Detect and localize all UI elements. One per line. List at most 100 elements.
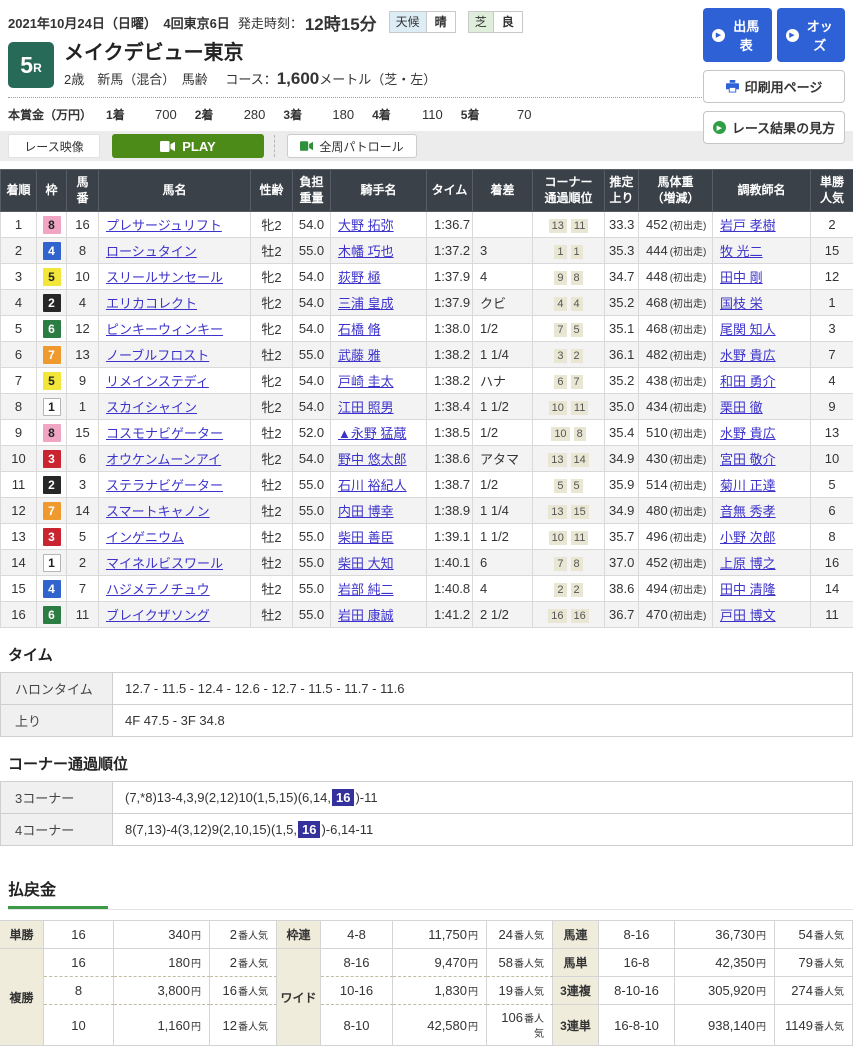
- horse-name-link[interactable]: リメインステディ: [106, 374, 209, 389]
- last-3f-time: 38.6: [605, 576, 639, 602]
- horse-name-link[interactable]: マイネルビスワール: [106, 556, 223, 571]
- trainer-link[interactable]: 戸田 博文: [720, 608, 776, 623]
- odds-button[interactable]: ▶オッズ: [777, 8, 846, 62]
- horse-name-link[interactable]: スリールサンセール: [106, 270, 223, 285]
- jockey-cell: 柴田 大知: [331, 550, 427, 576]
- jockey-link[interactable]: ▲永野 猛蔵: [338, 426, 406, 441]
- trainer-link[interactable]: 田中 剛: [720, 270, 763, 285]
- trainer-link[interactable]: 小野 次郎: [720, 530, 776, 545]
- corner-position-badge: 11: [571, 531, 588, 545]
- jockey-link[interactable]: 木幡 巧也: [338, 244, 394, 259]
- trainer-link[interactable]: 宮田 敬介: [720, 452, 776, 467]
- jockey-link[interactable]: 岩部 純二: [338, 582, 394, 597]
- last-3f-time: 35.2: [605, 368, 639, 394]
- horse-name-link[interactable]: ピンキーウィンキー: [106, 322, 223, 337]
- corner-position-badge: 15: [571, 505, 589, 519]
- corner-position-badge: 1: [571, 245, 583, 259]
- corner-position-badge: 10: [549, 401, 567, 415]
- header-actions: ▶出馬表 ▶オッズ 印刷用ページ ▶レース結果の見方: [703, 8, 845, 144]
- result-row: 10 3 6 オウケンムーンアイ 牝2 54.0 野中 悠太郎 1:38.6 ア…: [1, 446, 853, 472]
- popularity-suffix: 番人気: [238, 931, 268, 942]
- horse-name-link[interactable]: スマートキャノン: [106, 504, 210, 519]
- payout-popularity: 24番人気: [487, 920, 553, 948]
- trainer-link[interactable]: 上原 博之: [720, 556, 776, 571]
- frame-badge: 6: [43, 606, 61, 624]
- play-button[interactable]: PLAY: [112, 134, 264, 158]
- trainer-link[interactable]: 栗田 徹: [720, 400, 763, 415]
- jockey-link[interactable]: 武藤 雅: [338, 348, 381, 363]
- corner3-order: (7,*8)13-4,3,9(2,12)10(1,5,15)(6,14,16)-…: [113, 782, 853, 814]
- yen-suffix: 円: [756, 931, 766, 942]
- jockey-link[interactable]: 野中 悠太郎: [338, 452, 407, 467]
- weight-carried: 55.0: [293, 524, 331, 550]
- payout-amount: 1,830円: [393, 976, 487, 1004]
- prize-item: 4着110: [372, 106, 453, 123]
- horse-weight-note: (初出走): [670, 299, 707, 310]
- margin: アタマ: [473, 446, 533, 472]
- popularity-suffix: 番人気: [514, 931, 544, 942]
- weather-badge: 天候 晴: [389, 11, 456, 33]
- jockey-link[interactable]: 江田 照男: [338, 400, 394, 415]
- margin: ハナ: [473, 368, 533, 394]
- horse-name-link[interactable]: ステラナビゲーター: [106, 478, 223, 493]
- trainer-link[interactable]: 国枝 栄: [720, 296, 763, 311]
- patrol-video-button[interactable]: 全周パトロール: [287, 134, 417, 158]
- entry-table-button[interactable]: ▶出馬表: [703, 8, 772, 62]
- print-page-button[interactable]: 印刷用ページ: [703, 70, 845, 103]
- jockey-link[interactable]: 戸崎 圭太: [338, 374, 394, 389]
- horse-name-cell: コスモナビゲーター: [99, 420, 251, 446]
- horse-name-link[interactable]: ローシュタイン: [106, 244, 197, 259]
- trainer-link[interactable]: 尾関 知人: [720, 322, 776, 337]
- results-tbody: 1 8 16 プレサージュリフト 牝2 54.0 大野 拓弥 1:36.7 13…: [1, 212, 853, 628]
- lap-time-label: ハロンタイム: [1, 673, 113, 705]
- horse-weight-note: (初出走): [670, 403, 707, 414]
- horse-name-link[interactable]: エリカコレクト: [106, 296, 197, 311]
- corner4-order: 8(7,13)-4(3,12)9(2,10,15)(1,5,16)-6,14-1…: [113, 814, 853, 846]
- horse-name-link[interactable]: ハジメテノチュウ: [106, 582, 210, 597]
- jockey-link[interactable]: 柴田 善臣: [338, 530, 394, 545]
- bet-type-label: 3連複: [553, 976, 599, 1004]
- horse-name-link[interactable]: インゲニウム: [106, 530, 184, 545]
- horse-name-link[interactable]: コスモナビゲーター: [106, 426, 223, 441]
- horse-name-link[interactable]: ノーブルフロスト: [106, 348, 209, 363]
- horse-weight-note: (初出走): [670, 559, 707, 570]
- jockey-link[interactable]: 石川 裕紀人: [338, 478, 407, 493]
- trainer-link[interactable]: 岩戸 孝樹: [720, 218, 776, 233]
- race-header: 5R メイクデビュー東京 2歳 新馬（混合） 馬齢 コース：1,600メートル（…: [8, 42, 708, 89]
- jockey-link[interactable]: 柴田 大知: [338, 556, 394, 571]
- horse-name-link[interactable]: スカイシャイン: [106, 400, 197, 415]
- frame-cell: 6: [37, 602, 67, 628]
- payout-popularity: 2番人気: [210, 948, 277, 976]
- jockey-link[interactable]: 大野 拓弥: [338, 218, 394, 233]
- trainer-link[interactable]: 水野 貴広: [720, 348, 776, 363]
- frame-cell: 7: [37, 342, 67, 368]
- trainer-link[interactable]: 田中 清隆: [720, 582, 776, 597]
- payout-row: 複勝16180円2番人気ワイド8-169,470円58番人気馬単16-842,3…: [0, 948, 853, 976]
- sex-age: 牝2: [251, 212, 293, 238]
- jockey-link[interactable]: 石橋 脩: [338, 322, 381, 337]
- trainer-link[interactable]: 牧 光二: [720, 244, 763, 259]
- trainer-link[interactable]: 和田 勇介: [720, 374, 776, 389]
- race-video-button[interactable]: レース映像: [8, 134, 100, 158]
- horse-name-cell: ステラナビゲーター: [99, 472, 251, 498]
- corner-position-badge: 3: [554, 349, 566, 363]
- jockey-link[interactable]: 荻野 極: [338, 270, 381, 285]
- results-guide-button[interactable]: ▶レース結果の見方: [703, 111, 845, 144]
- jockey-link[interactable]: 岩田 康誠: [338, 608, 394, 623]
- trainer-link[interactable]: 水野 貴広: [720, 426, 776, 441]
- horse-name-link[interactable]: プレサージュリフト: [106, 218, 222, 233]
- jockey-link[interactable]: 内田 博幸: [338, 504, 394, 519]
- finish-time: 1:38.2: [427, 368, 473, 394]
- horse-name-link[interactable]: オウケンムーンアイ: [106, 452, 221, 467]
- trainer-link[interactable]: 音無 秀孝: [720, 504, 776, 519]
- margin: 1 1/4: [473, 498, 533, 524]
- finish-time: 1:39.1: [427, 524, 473, 550]
- column-header: 枠: [37, 170, 67, 212]
- prize-item: 5着70: [461, 106, 542, 123]
- weight-carried: 55.0: [293, 342, 331, 368]
- prize-row: 本賞金（万円） 1着700 2着280 3着180 4着110 5着70: [8, 98, 708, 129]
- sex-age: 牝2: [251, 394, 293, 420]
- horse-name-link[interactable]: ブレイクザソング: [106, 608, 210, 623]
- jockey-link[interactable]: 三浦 皇成: [338, 296, 394, 311]
- trainer-link[interactable]: 菊川 正達: [720, 478, 776, 493]
